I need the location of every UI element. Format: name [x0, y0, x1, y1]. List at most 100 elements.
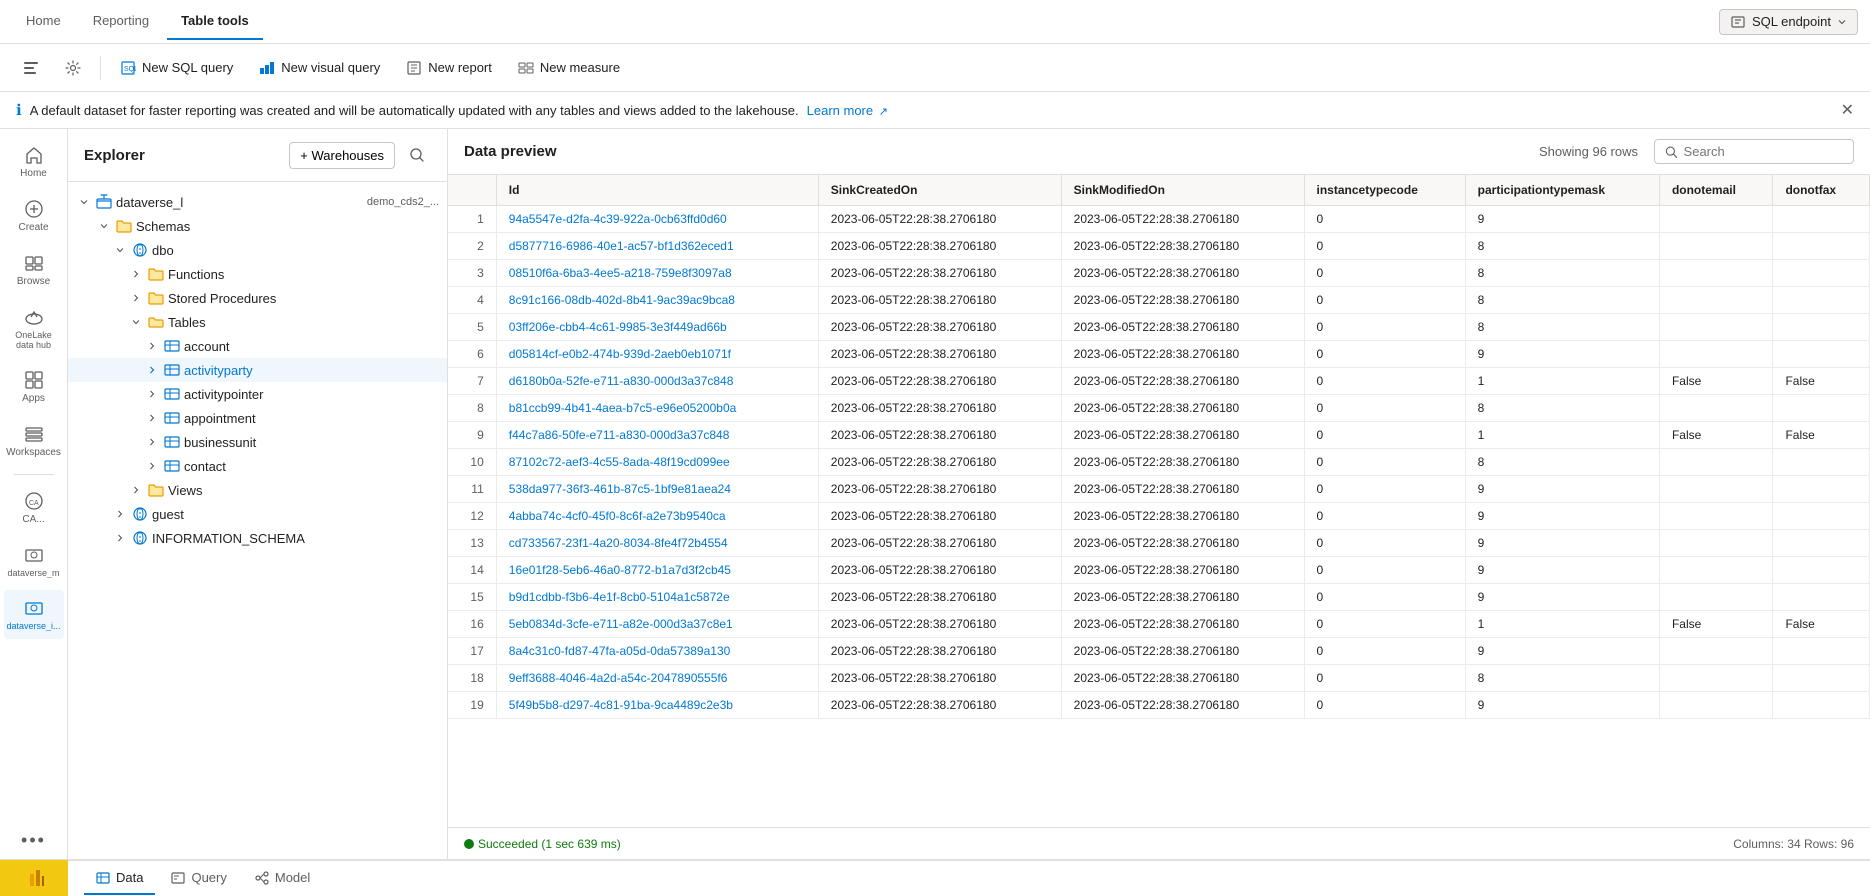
- new-visual-button[interactable]: New visual query: [248, 53, 391, 83]
- table-row[interactable]: 3 08510f6a-6ba3-4ee5-a218-759e8f3097a8 2…: [448, 260, 1870, 287]
- tree-functions[interactable]: Functions: [68, 262, 447, 286]
- table-row[interactable]: 5 03ff206e-cbb4-4c61-9985-3e3f449ad66b 2…: [448, 314, 1870, 341]
- table-row[interactable]: 11 538da977-36f3-461b-87c5-1bf9e81aea24 …: [448, 476, 1870, 503]
- tree-dbo[interactable]: dbo: [68, 238, 447, 262]
- cell-sinkmodifiedon: 2023-06-05T22:28:38.2706180: [1061, 530, 1304, 557]
- cell-donotemail: False: [1659, 611, 1773, 638]
- sidebar-item-dataverse-m[interactable]: dataverse_m: [4, 537, 64, 586]
- sql-endpoint-button[interactable]: SQL endpoint: [1719, 9, 1858, 35]
- col-instancetypecode[interactable]: instancetypecode: [1304, 175, 1465, 206]
- format-button[interactable]: [12, 53, 50, 83]
- new-measure-button[interactable]: New measure: [507, 53, 631, 83]
- sidebar-item-apps[interactable]: Apps: [4, 362, 64, 412]
- sidebar-item-create[interactable]: Create: [4, 191, 64, 241]
- tree-views[interactable]: Views: [68, 478, 447, 502]
- tree-table-businessunit[interactable]: businessunit: [68, 430, 447, 454]
- table-row[interactable]: 1 94a5547e-d2fa-4c39-922a-0cb63ffd0d60 2…: [448, 206, 1870, 233]
- cell-sinkcreatedon: 2023-06-05T22:28:38.2706180: [818, 557, 1061, 584]
- table-row[interactable]: 6 d05814cf-e0b2-474b-939d-2aeb0eb1071f 2…: [448, 341, 1870, 368]
- cell-participation: 9: [1465, 341, 1659, 368]
- add-warehouse-button[interactable]: + Warehouses: [289, 142, 395, 169]
- tree-guest[interactable]: guest: [68, 502, 447, 526]
- table-row[interactable]: 19 5f49b5b8-d297-4c81-91ba-9ca4489c2e3b …: [448, 692, 1870, 719]
- tab-model[interactable]: Model: [243, 862, 322, 895]
- cell-sinkmodifiedon: 2023-06-05T22:28:38.2706180: [1061, 449, 1304, 476]
- sidebar-item-browse[interactable]: Browse: [4, 245, 64, 295]
- tree-warehouse-root[interactable]: dataverse_l demo_cds2_...: [68, 190, 447, 214]
- table-row[interactable]: 15 b9d1cdbb-f3b6-4e1f-8cb0-5104a1c5872e …: [448, 584, 1870, 611]
- col-sinkcreatedon[interactable]: SinkCreatedOn: [818, 175, 1061, 206]
- table-row[interactable]: 4 8c91c166-08db-402d-8b41-9ac39ac9bca8 2…: [448, 287, 1870, 314]
- sidebar-item-home[interactable]: Home: [4, 137, 64, 187]
- tree-tables[interactable]: Tables: [68, 310, 447, 334]
- cell-instancetype: 0: [1304, 449, 1465, 476]
- explorer-search-button[interactable]: [403, 141, 431, 169]
- search-input[interactable]: [1684, 144, 1843, 159]
- table-row[interactable]: 17 8a4c31c0-fd87-47fa-a05d-0da57389a130 …: [448, 638, 1870, 665]
- tree-table-activitypointer[interactable]: activitypointer: [68, 382, 447, 406]
- tree-info-schema[interactable]: INFORMATION_SCHEMA: [68, 526, 447, 550]
- cell-sinkcreatedon: 2023-06-05T22:28:38.2706180: [818, 530, 1061, 557]
- col-donotfax[interactable]: donotfax: [1773, 175, 1870, 206]
- search-box[interactable]: [1654, 139, 1854, 164]
- tab-query[interactable]: Query: [159, 862, 238, 895]
- table-container[interactable]: Id SinkCreatedOn SinkModifiedOn instance…: [448, 175, 1870, 827]
- chevron-down-icon: [112, 242, 128, 258]
- search-icon: [409, 147, 425, 163]
- tree-table-activityparty[interactable]: activityparty: [68, 358, 447, 382]
- cell-participation: 8: [1465, 287, 1659, 314]
- table-row[interactable]: 8 b81ccb99-4b41-4aea-b7c5-e96e05200b0a 2…: [448, 395, 1870, 422]
- cell-donotfax: [1773, 530, 1870, 557]
- cell-instancetype: 0: [1304, 314, 1465, 341]
- table-row[interactable]: 7 d6180b0a-52fe-e711-a830-000d3a37c848 2…: [448, 368, 1870, 395]
- col-donotemail[interactable]: donotemail: [1659, 175, 1773, 206]
- new-report-button[interactable]: New report: [395, 53, 503, 83]
- schemas-label: Schemas: [136, 219, 439, 234]
- new-sql-button[interactable]: SQL New SQL query: [109, 53, 244, 83]
- cell-donotfax: [1773, 476, 1870, 503]
- cell-donotemail: [1659, 503, 1773, 530]
- appointment-label: appointment: [184, 411, 439, 426]
- col-participationtypemask[interactable]: participationtypemask: [1465, 175, 1659, 206]
- learn-more-link[interactable]: Learn more ↗: [807, 103, 888, 118]
- tab-tabletools[interactable]: Table tools: [167, 3, 263, 40]
- tree-stored-procs[interactable]: Stored Procedures: [68, 286, 447, 310]
- tab-data[interactable]: Data: [84, 862, 155, 895]
- tab-home[interactable]: Home: [12, 3, 75, 40]
- table-row[interactable]: 13 cd733567-23f1-4a20-8034-8fe4f72b4554 …: [448, 530, 1870, 557]
- tree-table-contact[interactable]: contact: [68, 454, 447, 478]
- table-row[interactable]: 2 d5877716-6986-40e1-ac57-bf1d362eced1 2…: [448, 233, 1870, 260]
- cell-donotfax: [1773, 260, 1870, 287]
- sql-endpoint-icon: [1730, 14, 1746, 30]
- row-number: 9: [448, 422, 496, 449]
- col-sinkmodifiedon[interactable]: SinkModifiedOn: [1061, 175, 1304, 206]
- cell-participation: 9: [1465, 638, 1659, 665]
- data-tab-icon: [96, 871, 110, 885]
- sidebar-more-item[interactable]: •••: [4, 822, 64, 859]
- sidebar-item-ca[interactable]: CA CA...: [4, 483, 64, 533]
- table-row[interactable]: 14 16e01f28-5eb6-46a0-8772-b1a7d3f2cb45 …: [448, 557, 1870, 584]
- table-row[interactable]: 18 9eff3688-4046-4a2d-a54c-2047890555f6 …: [448, 665, 1870, 692]
- table-row[interactable]: 12 4abba74c-4cf0-45f0-8c6f-a2e73b9540ca …: [448, 503, 1870, 530]
- cell-instancetype: 0: [1304, 233, 1465, 260]
- table-row[interactable]: 9 f44c7a86-50fe-e711-a830-000d3a37c848 2…: [448, 422, 1870, 449]
- sidebar-item-workspaces[interactable]: Workspaces: [4, 416, 64, 466]
- tab-reporting[interactable]: Reporting: [79, 3, 163, 40]
- settings-button[interactable]: [54, 53, 92, 83]
- col-id[interactable]: Id: [496, 175, 818, 206]
- sidebar-item-dataverse-i[interactable]: dataverse_i...: [4, 590, 64, 639]
- cell-instancetype: 0: [1304, 395, 1465, 422]
- sidebar-item-onelake[interactable]: OneLake data hub: [4, 299, 64, 358]
- tree-table-appointment[interactable]: appointment: [68, 406, 447, 430]
- banner-close-button[interactable]: ✕: [1841, 100, 1854, 120]
- tree-table-account[interactable]: account: [68, 334, 447, 358]
- table-row[interactable]: 10 87102c72-aef3-4c55-8ada-48f19cd099ee …: [448, 449, 1870, 476]
- tree-schemas[interactable]: Schemas: [68, 214, 447, 238]
- table-row[interactable]: 16 5eb0834d-3cfe-e711-a82e-000d3a37c8e1 …: [448, 611, 1870, 638]
- cell-donotfax: [1773, 503, 1870, 530]
- cell-participation: 1: [1465, 422, 1659, 449]
- row-number: 2: [448, 233, 496, 260]
- cell-donotfax: [1773, 233, 1870, 260]
- cell-sinkmodifiedon: 2023-06-05T22:28:38.2706180: [1061, 233, 1304, 260]
- table-icon: [164, 458, 180, 474]
